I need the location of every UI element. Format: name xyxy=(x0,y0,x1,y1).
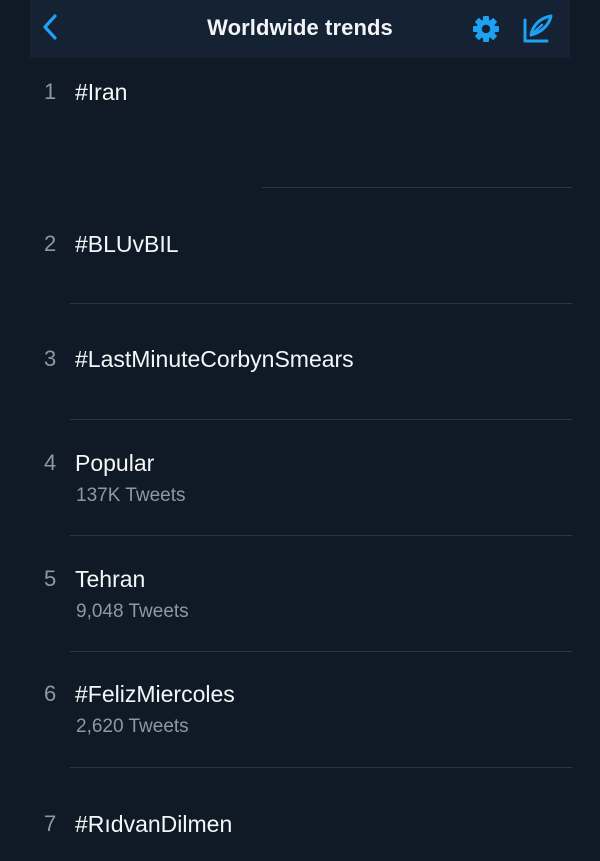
trend-rank: 6 xyxy=(44,681,57,706)
trend-item[interactable]: 4 Popular 137K Tweets xyxy=(0,450,600,535)
tweet-count: 137K Tweets xyxy=(76,485,186,506)
trend-rank: 2 xyxy=(44,231,57,256)
trend-name: #FelizMiercoles xyxy=(75,681,235,707)
trend-rank: 3 xyxy=(44,346,57,371)
tweet-count: 9,048 Tweets xyxy=(76,601,189,622)
trend-name: #RıdvanDilmen xyxy=(75,811,233,837)
divider xyxy=(70,767,572,768)
trend-name: #Iran xyxy=(75,79,128,105)
trend-rank: 5 xyxy=(44,566,57,591)
trends-list: 1 #Iran 2 #BLUvBIL 3 #LastMinuteCorbynSm… xyxy=(0,0,600,861)
trend-item[interactable]: 1 #Iran xyxy=(0,79,600,189)
trend-rank: 4 xyxy=(44,450,57,475)
trend-name: #LastMinuteCorbynSmears xyxy=(75,346,354,372)
divider xyxy=(70,535,572,536)
trend-item[interactable]: 6 #FelizMiercoles 2,620 Tweets xyxy=(0,681,600,766)
trend-name: #BLUvBIL xyxy=(75,231,179,257)
divider xyxy=(70,303,572,304)
trend-item[interactable]: 3 #LastMinuteCorbynSmears xyxy=(0,346,600,418)
trend-rank: 1 xyxy=(44,79,57,104)
trend-rank: 7 xyxy=(44,811,57,836)
divider xyxy=(262,187,572,188)
trend-item[interactable]: 5 Tehran 9,048 Tweets xyxy=(0,566,600,651)
trend-item[interactable]: 7 #RıdvanDilmen xyxy=(0,811,600,856)
trend-item[interactable]: 2 #BLUvBIL xyxy=(0,231,600,303)
divider xyxy=(70,419,572,420)
trend-name: Popular xyxy=(75,450,155,476)
trend-name: Tehran xyxy=(75,566,146,592)
tweet-count: 2,620 Tweets xyxy=(76,716,189,737)
divider xyxy=(70,651,572,652)
